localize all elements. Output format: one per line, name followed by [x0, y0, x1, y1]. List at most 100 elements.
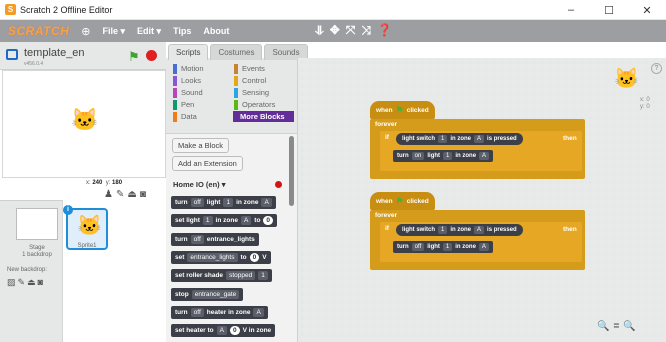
make-a-block-button[interactable]: Make a Block: [172, 138, 230, 153]
block-dropdown[interactable]: A: [474, 135, 485, 143]
grow-icon[interactable]: ⤧: [346, 23, 356, 38]
block-dropdown[interactable]: off: [190, 198, 204, 207]
camera-backdrop-icon[interactable]: ◙: [38, 277, 43, 288]
palette-block[interactable]: set light 1 in zone Ato 0: [171, 214, 278, 227]
zoom-out-icon[interactable]: 🔍: [597, 321, 609, 332]
add-extension-button[interactable]: Add an Extension: [172, 156, 243, 171]
block-dropdown[interactable]: A: [261, 198, 272, 207]
block-dropdown[interactable]: entrance_lights: [187, 253, 238, 262]
sprite-library-icon[interactable]: ♟: [104, 189, 113, 200]
category-motion[interactable]: Motion: [172, 63, 233, 74]
menu-edit[interactable]: Edit ▾: [137, 26, 161, 37]
block-text: light switch: [402, 227, 435, 233]
block-dropdown[interactable]: A: [253, 308, 264, 317]
category-sound[interactable]: Sound: [172, 87, 233, 98]
palette-block[interactable]: stop entrance_gate: [171, 288, 244, 301]
palette-block[interactable]: turn off light 1 in zone A: [171, 196, 276, 209]
block-dropdown[interactable]: off: [411, 243, 425, 251]
category-events[interactable]: Events: [233, 63, 294, 74]
block-dropdown[interactable]: off: [190, 308, 204, 317]
block-dropdown[interactable]: stopped: [226, 271, 256, 280]
globe-icon[interactable]: ⊕: [81, 25, 90, 38]
zoom-in-icon[interactable]: 🔍: [623, 321, 635, 332]
menu-file[interactable]: File ▾: [103, 26, 126, 37]
shrink-icon[interactable]: ⤨: [361, 23, 371, 38]
delete-icon[interactable]: ✥: [330, 23, 340, 38]
duplicate-icon[interactable]: ⥥: [315, 23, 324, 38]
palette-block[interactable]: set roller shade stopped 1: [171, 269, 272, 282]
paint-sprite-icon[interactable]: ✎: [116, 189, 124, 200]
zoom-reset-icon[interactable]: =: [613, 321, 619, 332]
category-looks[interactable]: Looks: [172, 75, 233, 86]
close-button[interactable]: ✕: [628, 0, 666, 20]
block-dropdown[interactable]: 1: [438, 135, 448, 143]
menu-tips[interactable]: Tips: [173, 26, 191, 36]
green-flag-icon[interactable]: ⚑: [128, 49, 140, 65]
sprite-name: Sprite1: [77, 243, 97, 249]
tab-costumes[interactable]: Costumes: [210, 44, 263, 60]
upload-backdrop-icon[interactable]: ⏏: [27, 277, 36, 288]
block-dropdown[interactable]: 1: [202, 216, 213, 225]
maximize-button[interactable]: ☐: [590, 0, 628, 20]
stage-label: Stage 1 backdrop: [22, 245, 52, 258]
mouse-coords: x: 240 y: 180: [86, 180, 123, 186]
block-categories: Motion Events Looks Control Sound Sensing Pen O…: [172, 63, 294, 122]
project-name[interactable]: template_en: [24, 47, 85, 59]
script-area[interactable]: [297, 58, 666, 342]
category-label: More Blocks: [240, 112, 285, 121]
block-dropdown[interactable]: A: [479, 152, 490, 160]
light-switch-pressed-condition[interactable]: light switch 1 in zone Ais pressed: [396, 133, 523, 145]
block-number-input[interactable]: 0: [230, 326, 240, 335]
when-flag-clicked-block[interactable]: when ⚑ clicked: [370, 192, 435, 210]
block-dropdown[interactable]: 1: [223, 198, 234, 207]
category-more-blocks[interactable]: More Blocks: [233, 111, 294, 122]
category-pen[interactable]: Pen: [172, 99, 233, 110]
turn-light-block[interactable]: turn off light 1 in zone A: [393, 241, 493, 253]
cat-sprite[interactable]: 🐱: [71, 107, 98, 133]
block-number-input[interactable]: 0: [263, 216, 274, 225]
block-dropdown[interactable]: 1: [438, 226, 448, 234]
tab-scripts[interactable]: Scripts: [168, 44, 209, 60]
category-label: Events: [242, 64, 265, 73]
turn-light-block[interactable]: turn on light 1 in zone A: [393, 150, 494, 162]
minimize-button[interactable]: –: [552, 0, 590, 20]
stage-thumbnail[interactable]: [16, 208, 58, 240]
camera-icon[interactable]: ◙: [140, 189, 146, 200]
stop-icon[interactable]: [146, 50, 157, 61]
category-data[interactable]: Data: [172, 111, 233, 122]
paint-backdrop-icon[interactable]: ✎: [18, 277, 26, 288]
block-number-input[interactable]: 0: [249, 253, 260, 262]
palette-block[interactable]: turn off entrance_lights: [171, 233, 259, 246]
block-dropdown[interactable]: 1: [442, 243, 453, 251]
block-dropdown[interactable]: 1: [443, 152, 453, 160]
block-dropdown[interactable]: 1: [258, 271, 268, 280]
block-dropdown[interactable]: off: [190, 235, 204, 244]
block-dropdown[interactable]: A: [474, 226, 485, 234]
extension-header[interactable]: Home IO (en) ▾: [173, 180, 226, 189]
palette-block[interactable]: set heater to A 0 V in zone: [171, 324, 276, 337]
upload-sprite-icon[interactable]: ⏏: [127, 189, 136, 200]
info-icon[interactable]: i: [63, 205, 73, 215]
script-help-icon[interactable]: ?: [651, 63, 662, 74]
scratch-logo[interactable]: SCRATCH: [8, 24, 69, 38]
fullscreen-icon[interactable]: [6, 49, 18, 60]
edit-toolbar: ⥥ ✥ ⤧ ⤨ ❓: [315, 23, 392, 38]
backdrop-library-icon[interactable]: ▨: [7, 277, 16, 288]
when-flag-clicked-block[interactable]: when ⚑ clicked: [370, 101, 435, 119]
light-switch-pressed-condition[interactable]: light switch 1 in zone Ais pressed: [396, 224, 523, 236]
block-dropdown[interactable]: entrance_gate: [191, 290, 240, 299]
help-icon[interactable]: ❓: [377, 23, 392, 38]
block-dropdown[interactable]: on: [411, 152, 425, 160]
palette-scrollbar[interactable]: [289, 136, 294, 206]
stage-canvas[interactable]: 🐱: [2, 70, 166, 178]
window-titlebar: S Scratch 2 Offline Editor – ☐ ✕: [0, 0, 666, 20]
block-dropdown[interactable]: A: [478, 243, 489, 251]
palette-block[interactable]: set entrance_lights to 0 V: [171, 251, 271, 264]
category-sensing[interactable]: Sensing: [233, 87, 294, 98]
category-operators[interactable]: Operators: [233, 99, 294, 110]
menu-about[interactable]: About: [203, 26, 229, 36]
block-dropdown[interactable]: A: [216, 326, 227, 335]
palette-block[interactable]: turn off heater in zone A: [171, 306, 268, 319]
category-control[interactable]: Control: [233, 75, 294, 86]
block-dropdown[interactable]: A: [240, 216, 252, 225]
